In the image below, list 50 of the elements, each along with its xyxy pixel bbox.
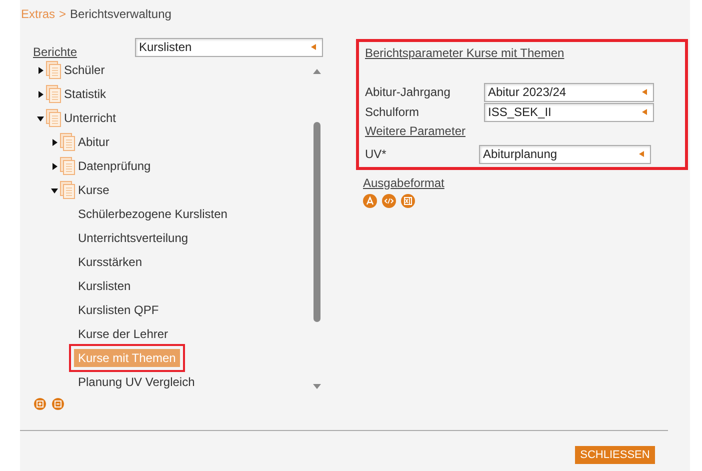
dropdown-value: Kurslisten xyxy=(139,40,192,54)
field-label: UV* xyxy=(365,147,388,161)
output-format-heading: Ausgabeformat xyxy=(363,176,444,190)
code-icon[interactable] xyxy=(382,194,396,208)
breadcrumb-separator: > xyxy=(59,7,66,21)
document-stack-icon xyxy=(60,133,75,151)
caret-icon xyxy=(642,89,647,95)
dropdown-value: Abiturplanung xyxy=(483,147,558,161)
document-stack-icon xyxy=(46,85,61,103)
caret-icon xyxy=(639,151,644,157)
dropdown-field[interactable]: ISS_SEK_II xyxy=(484,102,654,122)
report-item[interactable]: Schülerbezogene Kurslisten xyxy=(74,205,232,223)
caret-icon xyxy=(642,109,647,115)
tree-folder-label[interactable]: Datenprüfung xyxy=(78,159,151,173)
report-item[interactable]: Kurse der Lehrer xyxy=(74,325,172,343)
dropdown-value: ISS_SEK_II xyxy=(488,105,552,119)
caret-icon xyxy=(311,44,316,50)
document-stack-icon xyxy=(60,181,75,199)
collapse-arrow-icon[interactable] xyxy=(51,186,58,194)
report-item[interactable]: Unterrichtsverteilung xyxy=(74,229,192,247)
dropdown-value: Abitur 2023/24 xyxy=(488,85,566,99)
parameters-heading: Berichtsparameter Kurse mit Themen xyxy=(365,46,564,60)
tree-folder-label[interactable]: Kurse xyxy=(78,183,110,197)
tree-folder-label[interactable]: Unterricht xyxy=(64,111,116,125)
dropdown-field[interactable]: Kurslisten xyxy=(135,38,323,56)
expand-arrow-icon[interactable] xyxy=(51,138,58,146)
breadcrumb-current: Berichtsverwaltung xyxy=(70,7,172,21)
expand-arrow-icon[interactable] xyxy=(51,162,58,170)
dropdown-field[interactable]: Abiturplanung xyxy=(479,144,651,164)
tree-folder-label[interactable]: Abitur xyxy=(78,135,110,149)
expand-arrow-icon[interactable] xyxy=(37,90,44,98)
collapse-all-icon[interactable] xyxy=(52,398,64,410)
spreadsheet-icon[interactable] xyxy=(401,194,415,208)
report-item[interactable]: Kurslisten xyxy=(74,277,135,295)
report-item[interactable]: Kurslisten QPF xyxy=(74,301,163,319)
expand-arrow-icon[interactable] xyxy=(37,66,44,74)
report-item[interactable]: Kursstärken xyxy=(74,253,146,271)
reports-link[interactable]: Berichte xyxy=(33,45,135,59)
dropdown-field[interactable]: Abitur 2023/24 xyxy=(484,82,654,102)
more-parameters-link[interactable]: Weitere Parameter xyxy=(365,124,466,138)
collapse-arrow-icon[interactable] xyxy=(37,114,44,122)
expand-all-icon[interactable] xyxy=(34,398,46,410)
tree-folder-label[interactable]: Schüler xyxy=(64,63,105,77)
field-label: Abitur-Jahrgang xyxy=(365,85,452,99)
document-stack-icon xyxy=(60,157,75,175)
tree-folder-label[interactable]: Statistik xyxy=(64,87,106,101)
document-stack-icon xyxy=(46,61,61,79)
document-stack-icon xyxy=(46,109,61,127)
report-item[interactable]: Planung UV Vergleich xyxy=(74,373,199,391)
field-label: Schulform xyxy=(365,105,420,119)
